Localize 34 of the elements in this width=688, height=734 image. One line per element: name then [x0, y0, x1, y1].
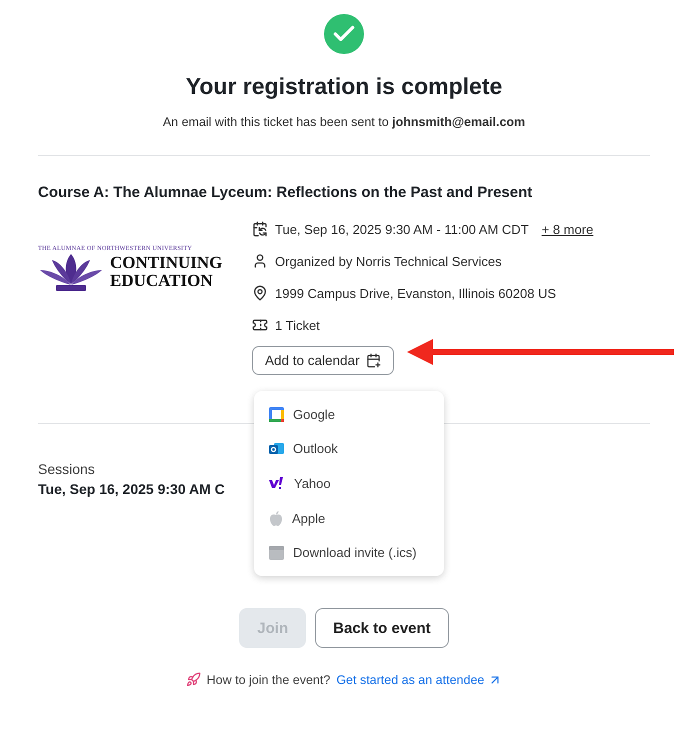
page-title: Your registration is complete [186, 73, 502, 100]
apple-icon [269, 510, 283, 526]
sessions-label: Sessions [38, 461, 95, 477]
course-title: Course A: The Alumnae Lyceum: Reflections on the Past and Present [38, 184, 534, 201]
more-dates-link[interactable]: + 8 more [542, 222, 594, 236]
back-to-event-button[interactable]: Back to event [315, 608, 449, 648]
join-question: How to join the event? [206, 672, 330, 686]
menu-item[interactable]: Outlook [254, 432, 444, 466]
user-icon [252, 253, 268, 269]
menu-item[interactable]: Yahoo [254, 466, 444, 501]
calendar-plus-icon [366, 353, 381, 368]
logo-text: CONTINUING [110, 254, 222, 272]
menu-item[interactable]: Apple [254, 500, 444, 536]
calendar-file-icon [269, 545, 284, 560]
confirmation-message: An email with this ticket has been sent to johnsmith@email.com [162, 115, 526, 129]
attendee-guide-link[interactable]: Get started as an attendee [336, 672, 502, 686]
lotus-logo-icon [38, 252, 104, 292]
success-check-icon [324, 14, 364, 54]
menu-item[interactable]: Google [254, 397, 444, 432]
rocket-icon [186, 672, 201, 687]
ticket-icon [252, 317, 268, 333]
add-to-calendar-button[interactable]: Add to calendar [252, 346, 394, 375]
detail-text: 1 Ticket [275, 318, 320, 332]
detail-text: 1999 Campus Drive, Evanston, Illinois 60208 US [275, 286, 556, 300]
google-calendar-icon [269, 406, 284, 422]
outlook-icon [269, 441, 284, 456]
logo-text: EDUCATION [110, 272, 214, 290]
location-pin-icon [252, 285, 268, 301]
menu-item[interactable]: Download invite (.ics) [254, 535, 444, 570]
calendar-icon [252, 221, 268, 237]
detail-text: Organized by Norris Technical Services [275, 254, 502, 268]
detail-text: Tue, Sep 16, 2025 9:30 AM - 11:00 AM CDT [275, 222, 529, 236]
yahoo-icon [269, 476, 285, 491]
session-date: Tue, Sep 16, 2025 9:30 AM C [38, 481, 225, 497]
